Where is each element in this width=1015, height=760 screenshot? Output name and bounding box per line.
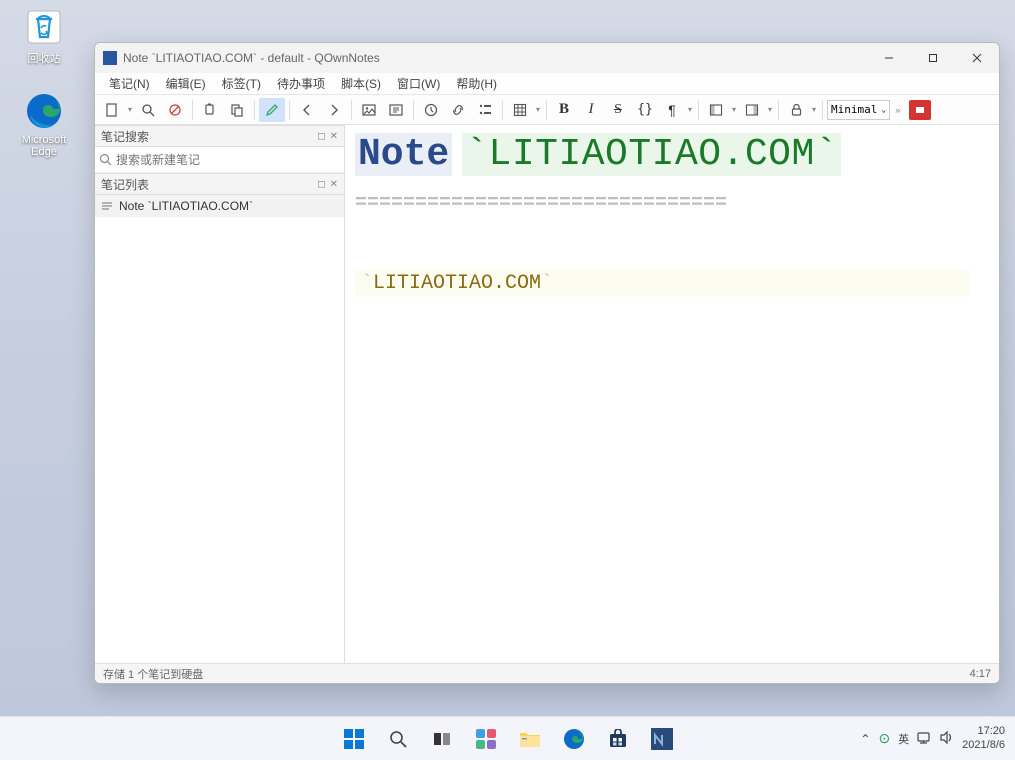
nav-forward-button[interactable] xyxy=(321,98,347,122)
desktop-icon-recycle-bin[interactable]: 回收站 xyxy=(10,6,78,66)
edge-icon xyxy=(23,90,65,132)
recycle-bin-icon xyxy=(23,6,65,48)
titlebar[interactable]: Note `LITIAOTIAO.COM` - default - QOwnNo… xyxy=(95,43,999,73)
search-panel-header: 笔记搜索 ◻✕ xyxy=(95,125,344,147)
taskbar: ⌃ ⊙ 英 17:20 2021/8/6 xyxy=(0,716,1015,760)
insert-image-button[interactable] xyxy=(356,98,382,122)
heading-code: `LITIAOTIAO.COM` xyxy=(462,133,841,176)
menu-script[interactable]: 脚本(S) xyxy=(333,73,389,94)
strikethrough-button[interactable]: S xyxy=(605,98,631,122)
insert-misc-button[interactable] xyxy=(472,98,498,122)
search-input[interactable] xyxy=(116,153,340,167)
dropdown-icon[interactable]: ▾ xyxy=(810,98,818,122)
status-left: 存储 1 个笔记到硬盘 xyxy=(103,666,203,682)
volume-icon[interactable] xyxy=(940,731,954,747)
sidebar: 笔记搜索 ◻✕ 笔记列表 ◻✕ Note `LITIAOTIAO.COM` xyxy=(95,125,345,663)
dropdown-icon[interactable]: ▾ xyxy=(534,98,542,122)
desktop-icon-label: Microsoft Edge xyxy=(10,134,78,158)
dropdown-icon[interactable]: ▾ xyxy=(126,98,134,122)
window-title: Note `LITIAOTIAO.COM` - default - QOwnNo… xyxy=(123,51,380,65)
app-icon xyxy=(103,51,117,65)
distraction-free-button[interactable] xyxy=(909,100,931,120)
desktop-icon-label: 回收站 xyxy=(10,50,78,66)
expand-icon[interactable]: » xyxy=(895,105,900,115)
forbid-button[interactable] xyxy=(162,98,188,122)
start-button[interactable] xyxy=(334,719,374,759)
ime-indicator[interactable]: 英 xyxy=(898,731,909,747)
tray-chevron-icon[interactable]: ⌃ xyxy=(860,732,870,746)
insert-link-button[interactable] xyxy=(445,98,471,122)
table-button[interactable] xyxy=(507,98,533,122)
network-icon[interactable] xyxy=(917,731,932,747)
file-explorer-button[interactable] xyxy=(510,719,550,759)
menu-tag[interactable]: 标签(T) xyxy=(214,73,269,94)
taskbar-edge-button[interactable] xyxy=(554,719,594,759)
store-button[interactable] xyxy=(598,719,638,759)
blockquote-button[interactable]: ¶ xyxy=(659,98,685,122)
copy-button[interactable] xyxy=(197,98,223,122)
dropdown-icon[interactable]: ▾ xyxy=(730,98,738,122)
heading-underline: =============================== xyxy=(355,194,989,214)
edit-mode-button[interactable] xyxy=(259,98,285,122)
search-button[interactable] xyxy=(135,98,161,122)
insert-time-button[interactable] xyxy=(418,98,444,122)
panel-close-icon[interactable]: ✕ xyxy=(330,179,338,190)
heading-keyword: Note xyxy=(355,133,452,176)
taskbar-search-button[interactable] xyxy=(378,719,418,759)
window-close-button[interactable] xyxy=(955,43,999,73)
status-right: 4:17 xyxy=(970,668,991,680)
panel-left-button[interactable] xyxy=(703,98,729,122)
statusbar: 存储 1 个笔记到硬盘 4:17 xyxy=(95,663,999,683)
paste-button[interactable] xyxy=(224,98,250,122)
taskbar-clock[interactable]: 17:20 2021/8/6 xyxy=(962,725,1005,753)
encrypt-button[interactable] xyxy=(783,98,809,122)
note-list-item[interactable]: Note `LITIAOTIAO.COM` xyxy=(95,195,344,217)
widgets-button[interactable] xyxy=(466,719,506,759)
search-icon xyxy=(99,153,112,166)
window-maximize-button[interactable] xyxy=(911,43,955,73)
window-minimize-button[interactable] xyxy=(867,43,911,73)
tray-security-icon[interactable]: ⊙ xyxy=(878,730,890,747)
code-button[interactable]: {} xyxy=(632,98,658,122)
app-window: Note `LITIAOTIAO.COM` - default - QOwnNo… xyxy=(94,42,1000,684)
nav-back-button[interactable] xyxy=(294,98,320,122)
dropdown-icon[interactable]: ▾ xyxy=(766,98,774,122)
panel-right-button[interactable] xyxy=(739,98,765,122)
insert-attachment-button[interactable] xyxy=(383,98,409,122)
task-view-button[interactable] xyxy=(422,719,462,759)
menubar: 笔记(N) 编辑(E) 标签(T) 待办事项 脚本(S) 窗口(W) 帮助(H) xyxy=(95,73,999,95)
dropdown-icon[interactable]: ▾ xyxy=(686,98,694,122)
panel-float-icon[interactable]: ◻ xyxy=(317,179,325,190)
menu-help[interactable]: 帮助(H) xyxy=(448,73,505,94)
editor-area[interactable]: Note `LITIAOTIAO.COM` ==================… xyxy=(345,125,999,663)
panel-close-icon[interactable]: ✕ xyxy=(330,131,338,142)
inline-code: `LITIAOTIAO.COM` xyxy=(355,270,970,297)
list-panel-header: 笔记列表 ◻✕ xyxy=(95,173,344,195)
style-select[interactable]: Minimal⌄ xyxy=(827,100,890,120)
taskbar-app-qownnotes[interactable] xyxy=(642,719,682,759)
search-input-row xyxy=(95,147,344,173)
bold-button[interactable]: B xyxy=(551,98,577,122)
menu-edit[interactable]: 编辑(E) xyxy=(158,73,214,94)
toolbar: ▾ ▾ B I S {} ¶ ▾ ▾ ▾ ▾ Min xyxy=(95,95,999,125)
new-note-button[interactable] xyxy=(99,98,125,122)
menu-note[interactable]: 笔记(N) xyxy=(101,73,158,94)
menu-todo[interactable]: 待办事项 xyxy=(269,73,333,94)
italic-button[interactable]: I xyxy=(578,98,604,122)
panel-float-icon[interactable]: ◻ xyxy=(317,131,325,142)
note-icon xyxy=(101,200,113,212)
desktop-icon-edge[interactable]: Microsoft Edge xyxy=(10,90,78,158)
menu-window[interactable]: 窗口(W) xyxy=(389,73,448,94)
